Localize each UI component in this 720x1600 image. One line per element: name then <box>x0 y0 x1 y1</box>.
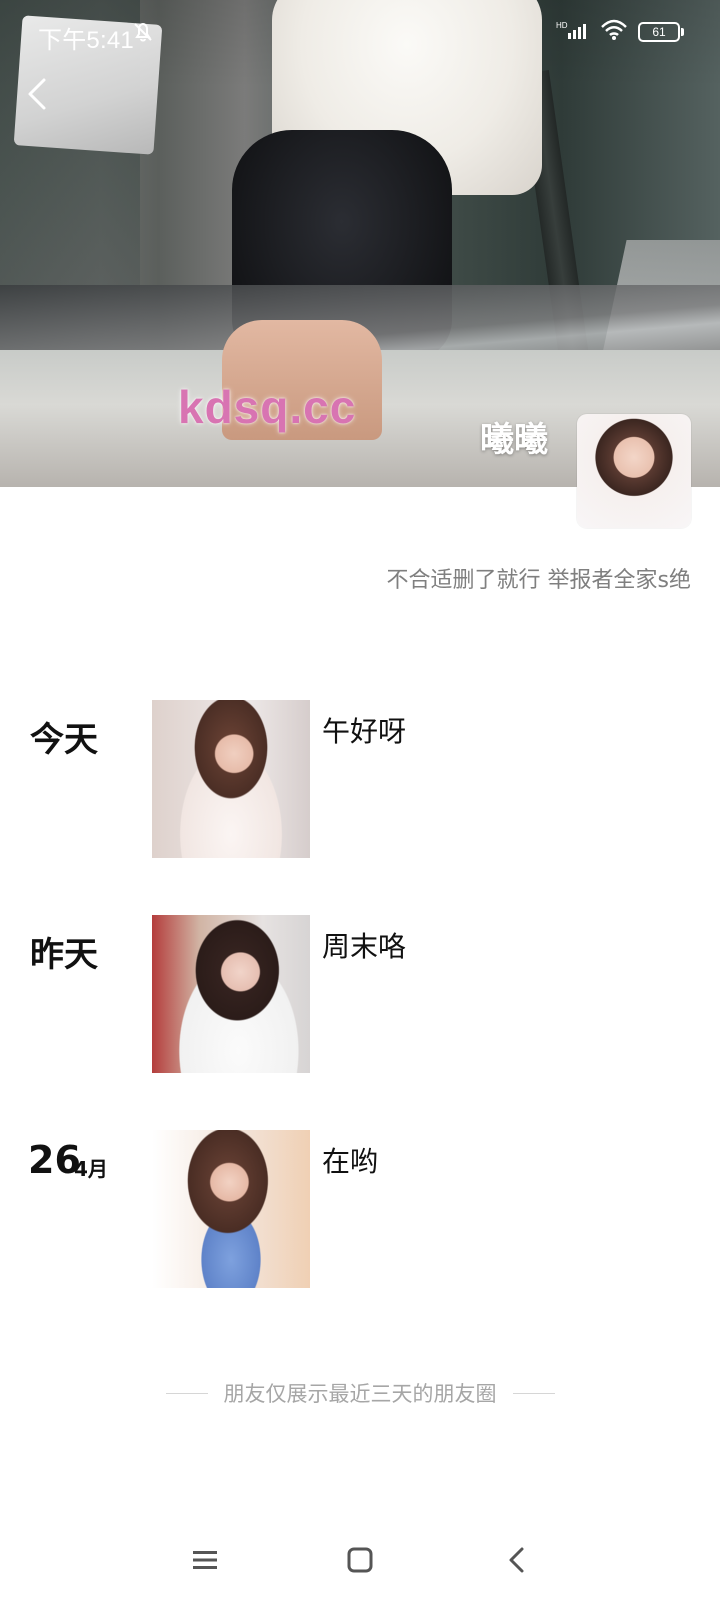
system-nav-bar <box>0 1520 720 1600</box>
nav-back-button[interactable] <box>495 1538 539 1582</box>
feed-day-label: 昨天 <box>30 935 98 975</box>
divider-line <box>165 1392 208 1394</box>
menu-icon <box>193 1551 217 1569</box>
feed-text: 在哟 <box>322 1145 379 1178</box>
home-square-icon <box>347 1547 373 1573</box>
back-button[interactable] <box>20 72 56 116</box>
feed-date-month: 4月 <box>74 1157 108 1181</box>
signal-icon: HD <box>556 19 590 46</box>
feed-date-number: 26 <box>28 1138 81 1182</box>
footer-note: 朋友仅展示最近三天的朋友圈 <box>0 1378 720 1408</box>
battery-icon: 61 <box>638 22 684 42</box>
feed-thumbnail[interactable] <box>152 1130 310 1288</box>
feed-item[interactable]: 26 4月 在哟 <box>0 1130 720 1290</box>
nav-home-button[interactable] <box>338 1538 382 1582</box>
profile-name: 曦曦 <box>480 420 548 460</box>
divider-line <box>512 1392 555 1394</box>
wifi-icon <box>600 19 628 46</box>
status-time: 下午5:41 <box>38 27 134 54</box>
feed-thumbnail[interactable] <box>152 700 310 858</box>
feed-thumbnail[interactable] <box>152 915 310 1073</box>
feed-day-label: 今天 <box>30 720 98 760</box>
feed-text: 午好呀 <box>322 715 407 748</box>
nav-menu-button[interactable] <box>183 1538 227 1582</box>
profile-avatar[interactable] <box>577 414 691 528</box>
svg-text:HD: HD <box>556 21 568 30</box>
back-triangle-icon <box>509 1547 524 1573</box>
status-icons: HD 61 <box>556 18 684 46</box>
feed-text: 周末咯 <box>322 930 407 963</box>
status-bar: 下午5:41 HD 61 <box>0 0 720 64</box>
profile-signature: 不合适删了就行 举报者全家s绝 <box>386 568 691 593</box>
feed-item[interactable]: 今天 午好呀 <box>0 700 720 860</box>
footer-note-text: 朋友仅展示最近三天的朋友圈 <box>223 1382 497 1406</box>
feed-item[interactable]: 昨天 周末咯 <box>0 915 720 1075</box>
battery-level: 61 <box>652 25 666 39</box>
watermark-text: kdsq.cc <box>178 381 357 433</box>
bell-off-icon <box>130 19 156 45</box>
back-arrow-icon <box>28 78 46 110</box>
